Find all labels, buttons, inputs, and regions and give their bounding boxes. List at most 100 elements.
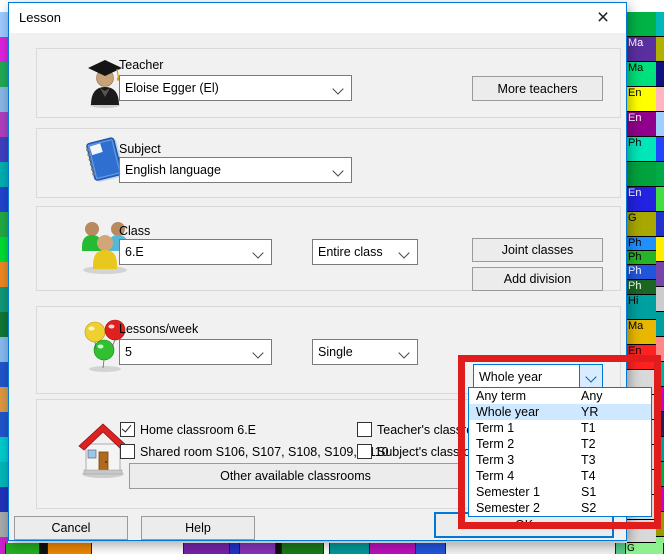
subjects-classrooms-checkbox[interactable]	[357, 444, 372, 459]
cancel-button[interactable]: Cancel	[14, 516, 128, 540]
timetable-cell: G	[627, 212, 656, 237]
timetable-cell	[656, 37, 664, 62]
timetable-cell	[48, 543, 92, 554]
dialog-titlebar: Lesson ×	[9, 3, 626, 33]
timetable-cell	[656, 312, 664, 337]
shared-room-row: Shared room S106, S107, S108, S109, S110	[120, 444, 389, 459]
lessons-combobox[interactable]: 5	[119, 339, 272, 365]
timetable-cell	[0, 487, 8, 512]
timetable-cell	[0, 312, 8, 337]
shared-room-checkbox[interactable]	[120, 444, 135, 459]
timetable-right-edge-column	[656, 0, 664, 554]
timetable-cell	[616, 543, 626, 554]
timetable-cell	[0, 512, 8, 537]
timetable-cell	[656, 412, 664, 437]
timetable-cell	[330, 543, 370, 554]
timetable-cell: Ma	[627, 62, 656, 87]
timetable-cell	[0, 62, 8, 87]
lessons-distribution-value: Single	[318, 345, 353, 359]
term-option-any[interactable]: Any termAny	[469, 388, 651, 404]
chevron-down-icon	[332, 165, 343, 176]
teacher-combobox[interactable]: Eloise Egger (El)	[119, 75, 352, 101]
home-classroom-checkbox[interactable]	[120, 422, 135, 437]
chevron-down-icon	[398, 347, 409, 358]
teacher-section: Teacher Eloise Egger (El) More teachers	[36, 48, 621, 118]
timetable-cell	[92, 543, 184, 554]
other-classrooms-button[interactable]: Other available classrooms	[129, 463, 462, 489]
timetable-cell	[0, 0, 8, 12]
chevron-down-icon	[332, 83, 343, 94]
timetable-cell: En	[627, 87, 656, 112]
class-section: Class 6.E Entire class Joint classes Add…	[36, 206, 621, 291]
home-classroom-label: Home classroom 6.E	[140, 423, 256, 437]
shared-room-label: Shared room S106, S107, S108, S109, S110	[140, 445, 389, 459]
close-icon[interactable]: ×	[588, 5, 618, 31]
timetable-cell	[0, 362, 8, 387]
term-option-s2[interactable]: Semester 2S2	[469, 500, 651, 516]
timetable-cell	[627, 12, 656, 37]
term-option-t3[interactable]: Term 3T3	[469, 452, 651, 468]
chevron-down-icon	[252, 347, 263, 358]
timetable-cell	[0, 337, 8, 362]
timetable-cell: Ph	[627, 265, 656, 280]
subject-combobox[interactable]: English language	[119, 157, 352, 183]
lessons-combobox-value: 5	[125, 345, 132, 359]
subject-section: Subject English language	[36, 128, 621, 198]
lessons-distribution-combobox[interactable]: Single	[312, 339, 418, 365]
class-label: Class	[119, 224, 150, 238]
joint-classes-button[interactable]: Joint classes	[472, 238, 603, 262]
timetable-left-strip	[0, 0, 8, 554]
timetable-cell: En	[627, 112, 656, 137]
timetable-cell	[0, 437, 8, 462]
timetable-cell	[656, 12, 664, 37]
timetable-cell	[0, 87, 8, 112]
term-option-t4[interactable]: Term 4T4	[469, 468, 651, 484]
timetable-cell	[40, 543, 48, 554]
timetable-cell	[656, 162, 664, 187]
timetable-cell	[656, 337, 664, 362]
timetable-cell	[656, 87, 664, 112]
term-option-yr[interactable]: Whole yearYR	[469, 404, 651, 420]
timetable-cell	[0, 112, 8, 137]
timetable-cell	[656, 62, 664, 87]
subject-label: Subject	[119, 142, 161, 156]
term-combobox-value: Whole year	[479, 370, 542, 384]
timetable-cell	[656, 512, 664, 537]
class-scope-value: Entire class	[318, 245, 383, 259]
timetable-cell	[230, 543, 240, 554]
timetable-cell: En	[627, 187, 656, 212]
help-button[interactable]: Help	[141, 516, 255, 540]
term-combobox-arrow[interactable]	[579, 365, 602, 388]
timetable-cell	[282, 543, 324, 554]
term-option-t1[interactable]: Term 1T1	[469, 420, 651, 436]
term-option-s1[interactable]: Semester 1S1	[469, 484, 651, 500]
timetable-cell	[0, 262, 8, 287]
timetable-cell	[370, 543, 416, 554]
timetable-cell	[656, 487, 664, 512]
more-teachers-button[interactable]: More teachers	[472, 76, 603, 101]
timetable-cell	[0, 412, 8, 437]
teachers-classrooms-checkbox[interactable]	[357, 422, 372, 437]
timetable-cell	[0, 212, 8, 237]
add-division-button[interactable]: Add division	[472, 267, 603, 291]
class-combobox[interactable]: 6.E	[119, 239, 272, 265]
timetable-cell	[656, 462, 664, 487]
term-combobox[interactable]: Whole year	[473, 364, 603, 389]
timetable-cell	[656, 437, 664, 462]
teacher-combobox-value: Eloise Egger (El)	[125, 81, 219, 95]
timetable-cell: Hi	[627, 295, 656, 320]
teacher-label: Teacher	[119, 58, 163, 72]
chevron-down-icon	[252, 247, 263, 258]
timetable-cell	[627, 162, 656, 187]
class-scope-combobox[interactable]: Entire class	[312, 239, 418, 265]
timetable-cell	[0, 12, 8, 37]
timetable-cell	[0, 287, 8, 312]
timetable-cell: Ma	[627, 320, 656, 345]
timetable-cell	[0, 37, 8, 62]
timetable-cell	[656, 212, 664, 237]
timetable-cell	[0, 387, 8, 412]
dialog-title: Lesson	[19, 10, 61, 25]
term-option-t2[interactable]: Term 2T2	[469, 436, 651, 452]
timetable-cell	[656, 387, 664, 412]
timetable-cell	[656, 237, 664, 262]
